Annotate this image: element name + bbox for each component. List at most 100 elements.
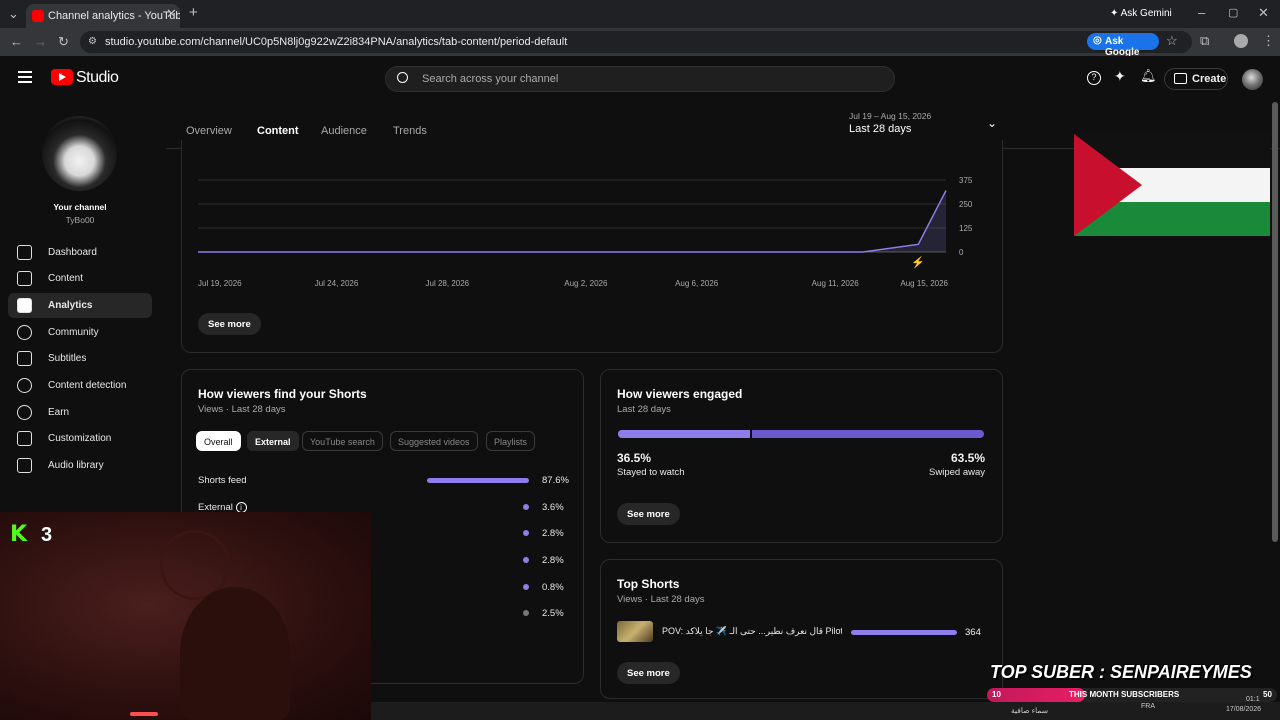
chart-see-more-button[interactable]: See more [198, 313, 261, 335]
clock-date: 17/08/2026 [1226, 706, 1262, 713]
site-info-icon[interactable]: ⚙ [88, 36, 97, 47]
chip-suggested-videos[interactable]: Suggested videos [390, 431, 478, 451]
sidebar-item-customization[interactable]: Customization [8, 426, 152, 451]
sparkle-icon[interactable]: ✦ [1114, 68, 1126, 85]
source-label: Shorts feed [198, 475, 247, 486]
bookmark-star-icon[interactable]: ☆ [1166, 34, 1178, 48]
sidebar-item-label: Content [48, 273, 84, 284]
youtube-logo-icon[interactable] [51, 69, 73, 85]
audio-library-icon [17, 458, 32, 473]
analytics-icon [17, 298, 32, 313]
google-lens-icon: ◎ [1093, 35, 1102, 46]
copyright-icon [17, 378, 32, 393]
sidebar-item-label: Earn [48, 407, 70, 418]
chip-external[interactable]: External [247, 431, 299, 451]
dollar-icon [17, 405, 32, 420]
maximize-icon[interactable]: ▢ [1228, 6, 1238, 20]
community-icon [17, 325, 32, 340]
hamburger-menu-icon[interactable] [18, 71, 32, 73]
sidebar-item-label: Analytics [48, 300, 93, 311]
browser-menu-icon[interactable]: ⋮ [1262, 34, 1275, 48]
x-tick-label: Jul 24, 2026 [315, 279, 359, 288]
new-tab-icon[interactable]: + [189, 5, 198, 20]
sidebar-item-analytics[interactable]: Analytics [8, 293, 152, 318]
period-label: Last 28 days [849, 123, 912, 135]
stayed-bar-fill [618, 430, 752, 438]
channel-name: TyBo00 [65, 215, 95, 225]
tab-trends[interactable]: Trends [393, 125, 427, 137]
find-shorts-title: How viewers find your Shorts [198, 387, 367, 401]
extensions-icon[interactable]: ⧉ [1200, 34, 1209, 48]
tab-list-icon[interactable]: ⌄ [8, 7, 19, 21]
tab-audience[interactable]: Audience [321, 125, 367, 137]
x-tick-label: Aug 11, 2026 [812, 279, 860, 288]
close-tab-icon[interactable]: ✕ [166, 7, 177, 21]
forward-icon[interactable]: → [34, 35, 47, 49]
chip-playlists[interactable]: Playlists [486, 431, 536, 451]
sidebar-item-earn[interactable]: Earn [8, 400, 152, 425]
studio-logo-text: Studio [76, 69, 119, 86]
page-scrollbar[interactable] [1272, 102, 1278, 542]
clock-time: 01:1 [1246, 696, 1260, 703]
create-label: Create [1192, 73, 1227, 85]
short-views: 364 [965, 627, 981, 638]
x-tick-label: Aug 2, 2026 [564, 279, 608, 288]
content-icon [17, 271, 32, 286]
minimize-icon[interactable]: – [1198, 6, 1205, 20]
short-title[interactable]: POV: قال نعرف نطير... حتى الـ ✈️ جا يلاك… [662, 626, 842, 637]
subtitles-icon [17, 351, 32, 366]
source-value: 0.8% [542, 582, 564, 593]
source-dot [523, 584, 529, 590]
source-value: 2.8% [542, 528, 564, 539]
series-area [198, 190, 946, 252]
help-icon[interactable]: ? [1087, 71, 1101, 85]
channel-search-input[interactable]: Search across your channel [385, 66, 895, 92]
tab-overview[interactable]: Overview [186, 125, 232, 137]
sidebar-item-label: Subtitles [48, 353, 87, 364]
ask-gemini-label: Ask Gemini [1120, 8, 1172, 19]
sidebar-item-content-detection[interactable]: Content detection [8, 373, 152, 398]
close-window-icon[interactable]: ✕ [1258, 6, 1269, 20]
ask-google-button[interactable]: ◎ Ask Google [1087, 33, 1159, 58]
chip-youtube-search[interactable]: YouTube search [302, 431, 383, 451]
sidebar-item-content[interactable]: Content [8, 266, 152, 291]
sidebar-item-dashboard[interactable]: Dashboard [8, 240, 152, 265]
chip-overall[interactable]: Overall [196, 431, 241, 451]
back-icon[interactable]: ← [10, 35, 23, 49]
sidebar-item-label: Audio library [48, 460, 104, 471]
top-suber-banner: TOP SUBER : SENPAIREYMES [990, 662, 1252, 682]
browser-tab[interactable]: Channel analytics - YouTube Stu [26, 4, 180, 28]
source-dot [523, 530, 529, 536]
goal-current: 10 [992, 690, 1001, 699]
dashboard-icon [17, 245, 32, 260]
account-avatar[interactable] [1242, 69, 1263, 90]
sidebar-item-label: Content detection [48, 380, 127, 391]
views-line-chart: 375 250 125 0 Jul 19, 2026 Jul 24, 2026 Jul 28… [198, 176, 973, 288]
address-bar[interactable]: ⚙ studio.youtube.com/channel/UC0p5N8lj0g… [80, 31, 1192, 53]
palestine-flag-image [1074, 134, 1270, 236]
notifications-bell-icon[interactable]: 🔔︎ [1140, 68, 1157, 84]
y-tick-label: 375 [959, 176, 973, 185]
engaged-see-more-button[interactable]: See more [617, 503, 680, 525]
language-indicator[interactable]: FRA [1141, 703, 1155, 710]
sidebar-item-community[interactable]: Community [8, 320, 152, 345]
reload-icon[interactable]: ↻ [58, 35, 69, 49]
top-shorts-see-more-button[interactable]: See more [617, 662, 680, 684]
tab-title: Channel analytics - YouTube Stu [48, 10, 180, 22]
ask-google-label: Ask Google [1105, 36, 1140, 58]
sidebar-item-subtitles[interactable]: Subtitles [8, 346, 152, 371]
studio-header: Studio Search across your channel ? ✦ 🔔︎… [0, 56, 1280, 102]
sidebar-item-label: Dashboard [48, 247, 97, 258]
profile-avatar[interactable] [1234, 34, 1248, 48]
short-thumbnail[interactable] [617, 621, 653, 642]
create-button[interactable]: Create [1164, 68, 1228, 90]
kick-viewer-count: 3 [41, 524, 53, 546]
source-value: 87.6% [542, 475, 569, 486]
channel-avatar[interactable] [42, 116, 117, 191]
sidebar-item-audio-library[interactable]: Audio library [8, 453, 152, 478]
ask-gemini-button[interactable]: ✦ Ask Gemini [1110, 7, 1172, 21]
period-selector[interactable]: Jul 19 – Aug 15, 2026 Last 28 days ⌄ [845, 108, 1005, 142]
source-value: 2.8% [542, 555, 564, 566]
x-tick-label: Jul 28, 2026 [426, 279, 470, 288]
tab-content[interactable]: Content [257, 125, 299, 137]
